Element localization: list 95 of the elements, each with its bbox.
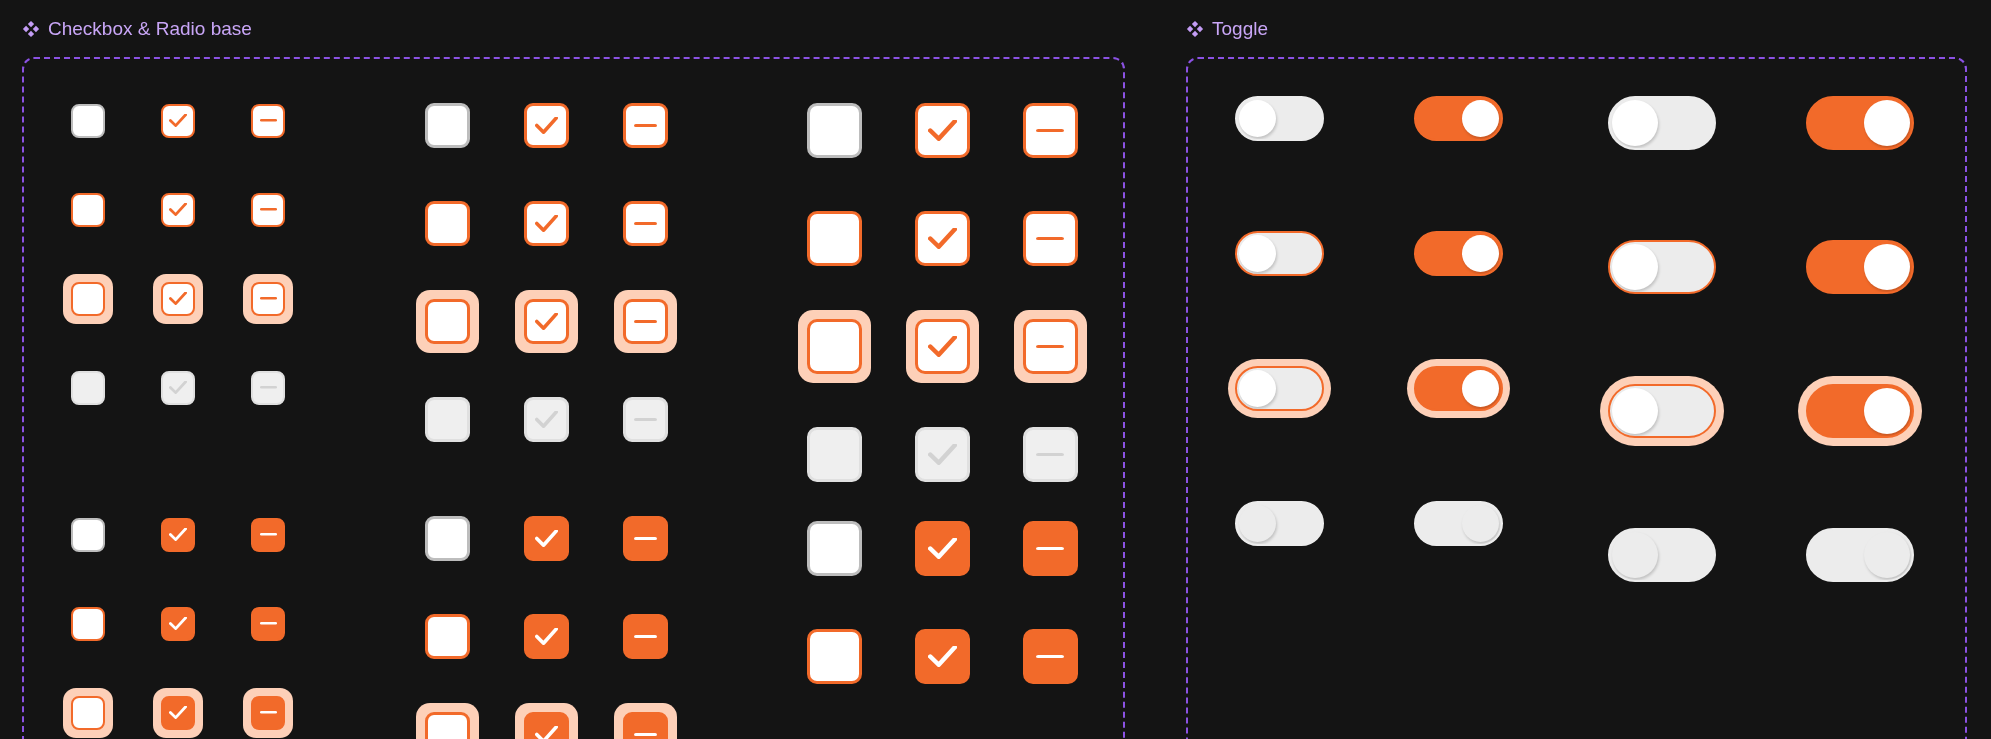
toggle-switch[interactable] <box>1806 96 1914 150</box>
check-icon <box>169 292 187 305</box>
toggle-switch[interactable] <box>1608 240 1716 294</box>
checkbox[interactable] <box>251 606 285 641</box>
minus-icon <box>634 634 657 638</box>
check-icon <box>169 381 187 394</box>
minus-icon <box>1036 546 1064 550</box>
minus-icon <box>634 319 657 323</box>
check-icon <box>535 725 558 739</box>
checkbox[interactable] <box>251 517 285 552</box>
checkbox[interactable] <box>905 309 979 383</box>
checkbox[interactable] <box>623 613 668 659</box>
check-icon <box>927 335 957 357</box>
checkbox[interactable] <box>153 273 203 324</box>
checkbox[interactable] <box>425 613 470 659</box>
check-icon <box>927 443 957 465</box>
checkbox[interactable] <box>515 289 578 353</box>
checkbox[interactable] <box>71 606 105 641</box>
checkbox[interactable] <box>71 192 105 227</box>
component-icon <box>22 20 40 38</box>
check-icon <box>535 116 558 134</box>
checkbox[interactable] <box>806 628 862 684</box>
checkbox[interactable] <box>161 606 195 641</box>
section-title: Toggle <box>1212 18 1268 40</box>
checkbox[interactable] <box>806 102 862 158</box>
toggle-switch[interactable] <box>1235 230 1324 276</box>
minus-icon <box>259 208 277 211</box>
minus-icon <box>634 732 657 736</box>
checkbox[interactable] <box>623 102 668 148</box>
minus-icon <box>1036 654 1064 658</box>
checkbox[interactable] <box>1013 309 1087 383</box>
minus-icon <box>634 123 657 127</box>
checkbox[interactable] <box>425 102 470 148</box>
checkbox[interactable] <box>524 200 569 246</box>
check-icon <box>535 627 558 645</box>
check-icon <box>535 312 558 330</box>
checkbox[interactable] <box>425 200 470 246</box>
checkbox[interactable] <box>243 687 293 738</box>
checkbox[interactable] <box>623 515 668 561</box>
checkbox[interactable] <box>1022 210 1078 266</box>
checkbox[interactable] <box>914 520 970 576</box>
checkbox[interactable] <box>797 309 871 383</box>
check-icon <box>535 529 558 547</box>
check-icon <box>927 119 957 141</box>
checkbox[interactable] <box>71 103 105 138</box>
checkbox[interactable] <box>524 515 569 561</box>
check-icon <box>169 114 187 127</box>
minus-icon <box>259 297 277 300</box>
check-icon <box>927 645 957 667</box>
checkbox[interactable] <box>251 192 285 227</box>
checkbox[interactable] <box>806 210 862 266</box>
minus-icon <box>259 533 277 536</box>
checkbox[interactable] <box>614 289 677 353</box>
check-icon <box>169 528 187 541</box>
checkbox[interactable] <box>623 200 668 246</box>
checkbox[interactable] <box>243 273 293 324</box>
checkbox[interactable] <box>1022 628 1078 684</box>
section-title: Checkbox & Radio base <box>48 18 252 40</box>
checkbox[interactable] <box>153 687 203 738</box>
check-icon <box>169 617 187 630</box>
minus-icon <box>1036 128 1064 132</box>
checkbox[interactable] <box>425 515 470 561</box>
check-icon <box>169 706 187 719</box>
checkbox[interactable] <box>63 273 113 324</box>
checkbox[interactable] <box>806 520 862 576</box>
minus-icon <box>1036 344 1064 348</box>
minus-icon <box>634 221 657 225</box>
minus-icon <box>259 711 277 714</box>
checkbox[interactable] <box>914 210 970 266</box>
minus-icon <box>259 119 277 122</box>
check-icon <box>169 203 187 216</box>
checkbox[interactable] <box>161 103 195 138</box>
checkbox[interactable] <box>161 517 195 552</box>
minus-icon <box>259 622 277 625</box>
checkbox[interactable] <box>251 103 285 138</box>
toggle-switch[interactable] <box>1414 95 1503 141</box>
checkbox[interactable] <box>1022 520 1078 576</box>
checkbox[interactable] <box>71 517 105 552</box>
check-icon <box>535 214 558 232</box>
checkbox[interactable] <box>914 628 970 684</box>
checkbox[interactable] <box>914 102 970 158</box>
toggle-switch[interactable] <box>1806 240 1914 294</box>
minus-icon <box>634 536 657 540</box>
checkbox[interactable] <box>1022 102 1078 158</box>
component-icon <box>1186 20 1204 38</box>
checkbox[interactable] <box>524 613 569 659</box>
minus-icon <box>1036 236 1064 240</box>
check-icon <box>927 227 957 249</box>
checkbox[interactable] <box>524 102 569 148</box>
checkbox[interactable] <box>63 687 113 738</box>
check-icon <box>535 410 558 428</box>
checkbox[interactable] <box>416 289 479 353</box>
toggle-switch[interactable] <box>1414 230 1503 276</box>
check-icon <box>927 537 957 559</box>
checkbox[interactable] <box>161 192 195 227</box>
